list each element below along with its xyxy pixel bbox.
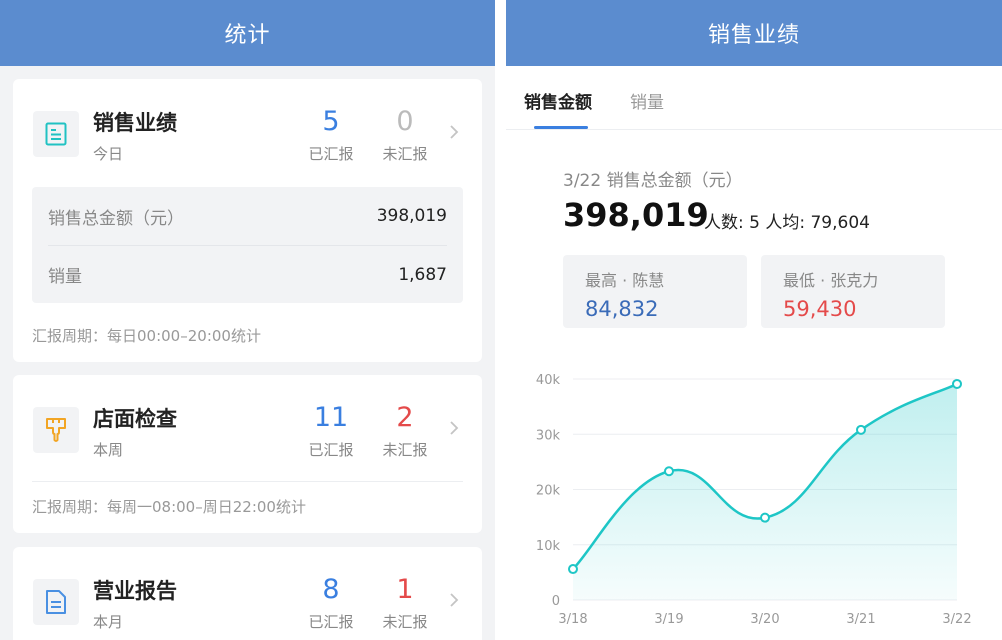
business-report-card[interactable]: 营业报告 本月 8 已汇报 1 未汇报 [13,547,482,640]
reported-count: 11 [313,402,349,433]
y-tick-label: 10k [536,539,561,554]
metric-row: 销量 1,687 [48,245,447,303]
x-tick-label: 3/20 [750,612,779,627]
sales-trend-chart: 0 10k 20k 30k 40k 3/18 3/19 3/20 3/21 3/22 [536,373,972,627]
x-tick-label: 3/22 [942,612,971,627]
data-point [856,424,866,435]
unreported-stat[interactable]: 1 未汇报 [370,573,440,632]
card-title: 销售业绩 [93,111,177,135]
metric-row: 销售总金额（元） 398,019 [48,187,447,245]
metric-value: 1,687 [398,264,447,285]
x-tick-label: 3/18 [558,612,587,627]
total-amount: 398,019 [563,196,709,234]
reported-label: 已汇报 [308,441,354,459]
x-tick-label: 3/19 [654,612,683,627]
highest-label: 最高 · 陈慧 [585,271,665,290]
card-title: 营业报告 [93,579,177,603]
reported-count: 8 [322,574,340,605]
y-tick-label: 20k [536,484,561,499]
x-tick-label: 3/21 [846,612,875,627]
summary-title: 3/22 销售总金额（元） [563,171,743,191]
card-footer: 汇报周期：每周一08:00–周日22:00统计 [32,481,463,531]
y-tick-label: 40k [536,373,561,388]
metrics-panel: 销售总金额（元） 398,019 销量 1,687 [32,187,463,303]
active-tab-indicator [534,126,588,129]
reported-stat[interactable]: 8 已汇报 [296,573,366,632]
y-tick-label: 30k [536,428,561,443]
y-tick-label: 0 [552,594,560,609]
page-title: 统计 [224,23,271,48]
reported-label: 已汇报 [308,145,354,163]
metric-label: 销售总金额（元） [48,208,184,229]
sales-performance-screen: 销售业绩 销售金额 销量 3/22 销售总金额（元） 398,019 人数: 5… [506,0,1002,640]
document-icon [33,111,79,157]
headcount-average: 人数: 5 人均: 79,604 [704,213,870,233]
statistics-screen: 统计 销售业绩 今日 5 已汇报 0 未汇报 销售总金额（元） 398,019 … [0,0,495,640]
lowest-value: 59,430 [783,297,857,321]
chevron-right-icon[interactable] [449,591,459,609]
lowest-box: 最低 · 张克力 59,430 [761,255,945,328]
page-title: 销售业绩 [707,23,800,48]
card-period: 本月 [93,613,124,631]
unreported-stat[interactable]: 2 未汇报 [370,401,440,460]
tab-bar: 销售金额 销量 [506,66,1002,130]
data-point [952,378,962,389]
card-footer: 汇报周期：每日00:00–20:00统计 [32,327,261,345]
brush-icon [33,407,79,453]
unreported-count: 0 [396,106,414,137]
statistics-header: 统计 [0,0,495,66]
reported-label: 已汇报 [308,613,354,631]
store-inspection-card[interactable]: 店面检查 本周 11 已汇报 2 未汇报 汇报周期：每周一08:00–周日22:… [13,375,482,533]
highest-value: 84,832 [585,297,659,321]
highest-box: 最高 · 陈慧 84,832 [563,255,747,328]
reported-count: 5 [322,106,340,137]
unreported-count: 2 [396,402,414,433]
series-area [573,383,957,600]
data-point [568,564,578,575]
chevron-right-icon[interactable] [449,419,459,437]
card-period: 今日 [93,145,124,163]
lowest-label: 最低 · 张克力 [783,271,879,290]
unreported-stat[interactable]: 0 未汇报 [370,105,440,164]
unreported-label: 未汇报 [382,145,428,163]
unreported-count: 1 [396,574,414,605]
card-title: 店面检查 [93,407,177,431]
file-icon [33,579,79,625]
tab-sales-amount[interactable]: 销售金额 [524,88,592,113]
unreported-label: 未汇报 [382,613,428,631]
sales-header: 销售业绩 [506,0,1002,66]
unreported-label: 未汇报 [382,441,428,459]
metric-label: 销量 [48,267,82,287]
reported-stat[interactable]: 5 已汇报 [296,105,366,164]
metric-value: 398,019 [376,206,447,226]
data-point [760,512,770,523]
card-period: 本周 [93,441,124,459]
data-point [664,466,674,477]
sales-performance-card[interactable]: 销售业绩 今日 5 已汇报 0 未汇报 销售总金额（元） 398,019 销量 … [13,79,482,362]
reported-stat[interactable]: 11 已汇报 [296,401,366,460]
tab-sales-volume[interactable]: 销量 [630,88,664,113]
chevron-right-icon[interactable] [449,123,459,141]
